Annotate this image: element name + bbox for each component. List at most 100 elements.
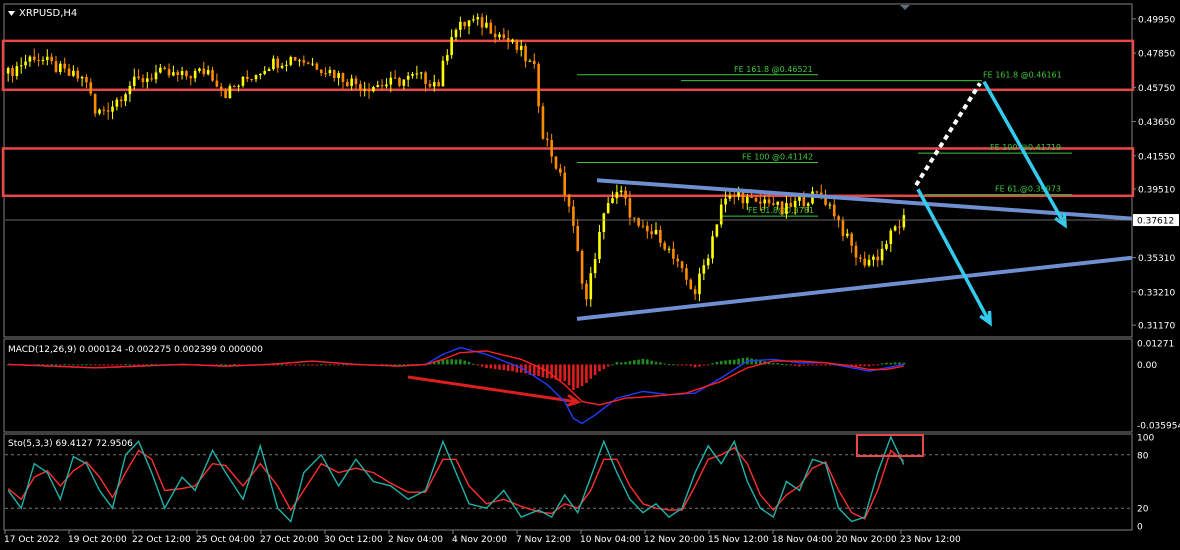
- candle-body[interactable]: [376, 85, 380, 88]
- candle-body[interactable]: [402, 79, 406, 86]
- candle-body[interactable]: [537, 64, 540, 107]
- candle-body[interactable]: [724, 198, 727, 205]
- candle-body[interactable]: [706, 258, 710, 266]
- candle-body[interactable]: [867, 259, 871, 266]
- candle-body[interactable]: [698, 273, 701, 295]
- candle-body[interactable]: [759, 201, 762, 204]
- candle-body[interactable]: [885, 243, 888, 249]
- candle-body[interactable]: [485, 22, 488, 28]
- candle-body[interactable]: [115, 99, 119, 107]
- candle-body[interactable]: [393, 77, 397, 79]
- candle-body[interactable]: [667, 248, 671, 250]
- candle-body[interactable]: [272, 58, 275, 70]
- candle-body[interactable]: [606, 202, 610, 214]
- candle-body[interactable]: [463, 21, 466, 27]
- candle-body[interactable]: [785, 203, 788, 215]
- candle-body[interactable]: [289, 56, 293, 65]
- candle-body[interactable]: [528, 60, 532, 62]
- candle-body[interactable]: [176, 72, 180, 75]
- candle-body[interactable]: [732, 195, 736, 197]
- candle-body[interactable]: [180, 71, 184, 75]
- candle-body[interactable]: [446, 55, 449, 61]
- candle-body[interactable]: [506, 38, 510, 42]
- candle-body[interactable]: [524, 45, 527, 62]
- candle-body[interactable]: [685, 268, 688, 280]
- candle-body[interactable]: [798, 196, 801, 201]
- candle-body[interactable]: [898, 226, 901, 228]
- candle-body[interactable]: [502, 34, 506, 39]
- candle-body[interactable]: [741, 191, 745, 204]
- candle-body[interactable]: [346, 81, 349, 86]
- candle-body[interactable]: [228, 86, 232, 99]
- candle-body[interactable]: [267, 69, 271, 71]
- candle-body[interactable]: [328, 70, 332, 74]
- candle-body[interactable]: [224, 89, 227, 99]
- candle-body[interactable]: [789, 203, 793, 207]
- candle-body[interactable]: [863, 258, 866, 266]
- candle-body[interactable]: [876, 256, 880, 261]
- candle-body[interactable]: [59, 63, 62, 72]
- candle-body[interactable]: [89, 82, 93, 94]
- candle-body[interactable]: [580, 250, 584, 284]
- candle-body[interactable]: [146, 78, 149, 82]
- candle-body[interactable]: [511, 39, 514, 42]
- candle-body[interactable]: [406, 75, 410, 80]
- candle-body[interactable]: [411, 74, 414, 76]
- candle-body[interactable]: [519, 45, 523, 50]
- candle-body[interactable]: [32, 56, 36, 60]
- candle-body[interactable]: [493, 33, 497, 38]
- candle-body[interactable]: [285, 64, 288, 66]
- candle-body[interactable]: [546, 138, 549, 141]
- candle-body[interactable]: [793, 200, 797, 207]
- candle-body[interactable]: [602, 213, 606, 232]
- candle-body[interactable]: [715, 224, 719, 237]
- candle-body[interactable]: [341, 73, 345, 82]
- candle-body[interactable]: [828, 204, 832, 206]
- candle-body[interactable]: [106, 110, 110, 112]
- candle-body[interactable]: [354, 78, 358, 85]
- candle-body[interactable]: [880, 248, 884, 261]
- candle-body[interactable]: [54, 61, 58, 72]
- candle-body[interactable]: [650, 231, 653, 235]
- candle-body[interactable]: [367, 89, 371, 92]
- candle-body[interactable]: [6, 67, 10, 74]
- candle-body[interactable]: [554, 156, 558, 169]
- candle-body[interactable]: [211, 70, 214, 81]
- candle-body[interactable]: [163, 67, 166, 70]
- candle-body[interactable]: [776, 201, 780, 205]
- candle-body[interactable]: [550, 140, 553, 157]
- candle-body[interactable]: [815, 191, 819, 193]
- candle-body[interactable]: [302, 60, 306, 63]
- candle-body[interactable]: [854, 245, 858, 258]
- candle-body[interactable]: [50, 56, 53, 62]
- candle-body[interactable]: [767, 199, 771, 204]
- candle-body[interactable]: [98, 109, 101, 114]
- candle-body[interactable]: [137, 76, 140, 79]
- candle-body[interactable]: [802, 196, 806, 206]
- candle-body[interactable]: [150, 78, 153, 80]
- candle-body[interactable]: [559, 168, 562, 173]
- candle-body[interactable]: [128, 85, 132, 95]
- candle-body[interactable]: [702, 265, 706, 274]
- candle-body[interactable]: [280, 65, 284, 68]
- candle-body[interactable]: [246, 76, 249, 79]
- candle-body[interactable]: [498, 34, 501, 38]
- candle-body[interactable]: [632, 217, 636, 219]
- candle-body[interactable]: [293, 56, 297, 61]
- candle-body[interactable]: [611, 198, 614, 203]
- candle-body[interactable]: [624, 190, 627, 199]
- candle-body[interactable]: [902, 215, 906, 228]
- candle-body[interactable]: [202, 68, 206, 75]
- candle-body[interactable]: [232, 86, 236, 88]
- candle-body[interactable]: [219, 86, 223, 90]
- candle-body[interactable]: [598, 231, 601, 260]
- candle-body[interactable]: [850, 233, 853, 246]
- candle-body[interactable]: [846, 233, 849, 236]
- candle-body[interactable]: [763, 199, 766, 204]
- candle-body[interactable]: [385, 84, 388, 87]
- candle-body[interactable]: [141, 78, 145, 82]
- candle-body[interactable]: [363, 89, 366, 91]
- candle-body[interactable]: [754, 197, 758, 202]
- candle-body[interactable]: [637, 218, 640, 226]
- candle-body[interactable]: [124, 94, 127, 102]
